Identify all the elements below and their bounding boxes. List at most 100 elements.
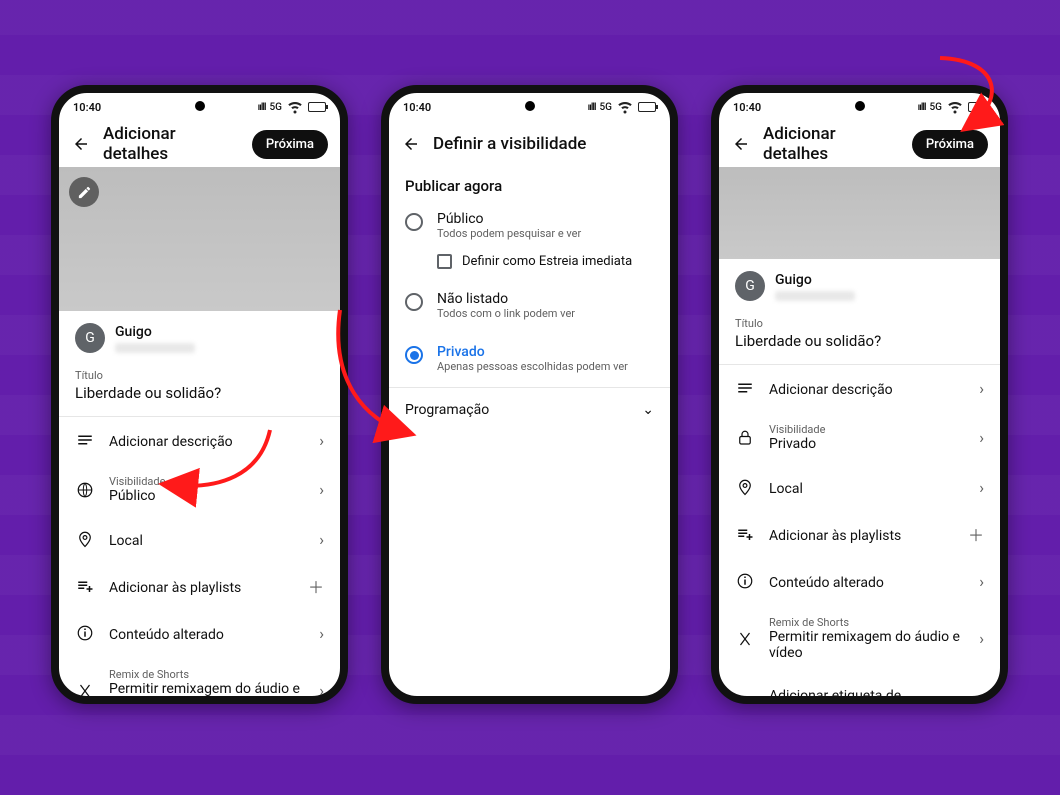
lock-icon xyxy=(735,428,755,448)
playlists-label: Adicionar às playlists xyxy=(109,580,241,596)
page-title: Adicionar detalhes xyxy=(763,124,900,164)
unlisted-label: Não listado xyxy=(437,291,575,307)
chevron-right-icon: › xyxy=(319,681,324,700)
title-value: Liberdade ou solidão? xyxy=(735,332,984,350)
chevron-right-icon: › xyxy=(979,478,984,497)
back-icon[interactable] xyxy=(731,134,751,154)
phone-screen-1: 10:40 ıılll 5G Adicionar detalhes Próxim… xyxy=(51,85,348,704)
status-time: 10:40 xyxy=(403,101,431,114)
chevron-right-icon: › xyxy=(319,624,324,643)
page-title: Definir a visibilidade xyxy=(433,134,658,154)
schedule-label: Programação xyxy=(405,402,489,418)
visibility-option-private[interactable]: Privado Apenas pessoas escolhidas podem … xyxy=(389,336,670,381)
video-thumbnail[interactable] xyxy=(719,167,1000,259)
schedule-row[interactable]: Programação ⌄ xyxy=(389,387,670,432)
publish-now-section: Publicar agora xyxy=(389,167,670,203)
location-icon xyxy=(735,477,755,497)
back-icon[interactable] xyxy=(401,134,421,154)
description-icon xyxy=(735,378,755,398)
video-thumbnail[interactable] xyxy=(59,167,340,311)
private-label: Privado xyxy=(437,344,628,360)
info-icon xyxy=(735,571,755,591)
chevron-right-icon: › xyxy=(979,572,984,591)
network-label: 5G xyxy=(600,102,613,113)
remix-row[interactable]: Remix de Shorts Permitir remixagem do áu… xyxy=(59,656,340,704)
chevron-right-icon: › xyxy=(979,428,984,447)
visibility-value: Público xyxy=(109,488,305,504)
title-value: Liberdade ou solidão? xyxy=(75,384,324,402)
battery-icon xyxy=(968,102,986,112)
back-icon[interactable] xyxy=(71,134,91,154)
battery-icon xyxy=(638,102,656,112)
chevron-down-icon: ⌄ xyxy=(642,402,654,418)
chevron-right-icon: › xyxy=(979,629,984,648)
channel-name: Guigo xyxy=(775,272,855,288)
wifi-icon xyxy=(616,97,634,118)
remix-sub: Remix de Shorts xyxy=(769,616,965,629)
title-field[interactable]: Título Liberdade ou solidão? xyxy=(59,365,340,416)
premiere-checkbox-row[interactable]: Definir como Estreia imediata xyxy=(389,248,670,275)
channel-handle-blurred xyxy=(115,343,195,353)
visibility-value: Privado xyxy=(769,436,965,452)
altered-label: Conteúdo alterado xyxy=(109,627,224,643)
chevron-right-icon: › xyxy=(319,530,324,549)
camera-hole xyxy=(525,101,535,111)
title-field[interactable]: Título Liberdade ou solidão? xyxy=(719,313,1000,364)
remix-main: Permitir remixagem do áudio e vídeo xyxy=(769,629,965,661)
radio-checked-icon xyxy=(405,346,423,364)
wifi-icon xyxy=(286,97,304,118)
altered-content-row[interactable]: Conteúdo alterado › xyxy=(719,558,1000,604)
network-label: 5G xyxy=(930,102,943,113)
private-sub: Apenas pessoas escolhidas podem ver xyxy=(437,360,628,373)
channel-row: G Guigo xyxy=(59,311,340,365)
add-description-row[interactable]: Adicionar descrição › xyxy=(719,365,1000,411)
plus-icon: ＋ xyxy=(308,574,324,598)
visibility-row[interactable]: Visibilidade Público › xyxy=(59,463,340,516)
add-description-label: Adicionar descrição xyxy=(109,434,233,450)
camera-hole xyxy=(195,101,205,111)
signal-icon: ıılll xyxy=(918,102,926,113)
remix-sub: Remix de Shorts xyxy=(109,668,305,681)
unlisted-sub: Todos com o link podem ver xyxy=(437,307,575,320)
add-description-row[interactable]: Adicionar descrição › xyxy=(59,417,340,463)
paid-promo-row[interactable]: Adicionar etiqueta de promoção paga › xyxy=(719,673,1000,704)
add-description-label: Adicionar descrição xyxy=(769,382,893,398)
altered-label: Conteúdo alterado xyxy=(769,575,884,591)
app-bar: Adicionar detalhes Próxima xyxy=(719,121,1000,167)
phone-screen-3: 10:40 ıılll 5G Adicionar detalhes Próxim… xyxy=(711,85,1008,704)
playlist-add-icon xyxy=(75,576,95,596)
visibility-label: Visibilidade xyxy=(109,475,305,488)
public-label: Público xyxy=(437,211,581,227)
remix-icon xyxy=(735,629,755,649)
edit-thumbnail-icon[interactable] xyxy=(69,177,99,207)
playlists-row[interactable]: Adicionar às playlists ＋ xyxy=(59,562,340,610)
visibility-option-public[interactable]: Público Todos podem pesquisar e ver xyxy=(389,203,670,248)
premiere-label: Definir como Estreia imediata xyxy=(462,254,632,269)
chevron-right-icon: › xyxy=(319,431,324,450)
location-row[interactable]: Local › xyxy=(719,464,1000,510)
camera-hole xyxy=(855,101,865,111)
altered-content-row[interactable]: Conteúdo alterado › xyxy=(59,610,340,656)
location-row[interactable]: Local › xyxy=(59,516,340,562)
playlists-row[interactable]: Adicionar às playlists ＋ xyxy=(719,510,1000,558)
paid-icon xyxy=(735,694,755,704)
remix-icon xyxy=(75,681,95,701)
remix-row[interactable]: Remix de Shorts Permitir remixagem do áu… xyxy=(719,604,1000,673)
chevron-right-icon: › xyxy=(979,379,984,398)
location-icon xyxy=(75,529,95,549)
visibility-option-unlisted[interactable]: Não listado Todos com o link podem ver xyxy=(389,283,670,328)
description-icon xyxy=(75,430,95,450)
paid-label: Adicionar etiqueta de promoção paga xyxy=(769,688,901,704)
title-label: Título xyxy=(735,317,984,330)
playlists-label: Adicionar às playlists xyxy=(769,528,901,544)
page-title: Adicionar detalhes xyxy=(103,124,240,164)
next-button[interactable]: Próxima xyxy=(252,130,328,159)
visibility-row[interactable]: Visibilidade Privado › xyxy=(719,411,1000,464)
globe-icon xyxy=(75,480,95,500)
channel-row: G Guigo xyxy=(719,259,1000,313)
radio-unchecked-icon xyxy=(405,293,423,311)
playlist-add-icon xyxy=(735,524,755,544)
status-time: 10:40 xyxy=(73,101,101,114)
next-button[interactable]: Próxima xyxy=(912,130,988,159)
remix-main: Permitir remixagem do áudio e vídeo xyxy=(109,681,305,704)
